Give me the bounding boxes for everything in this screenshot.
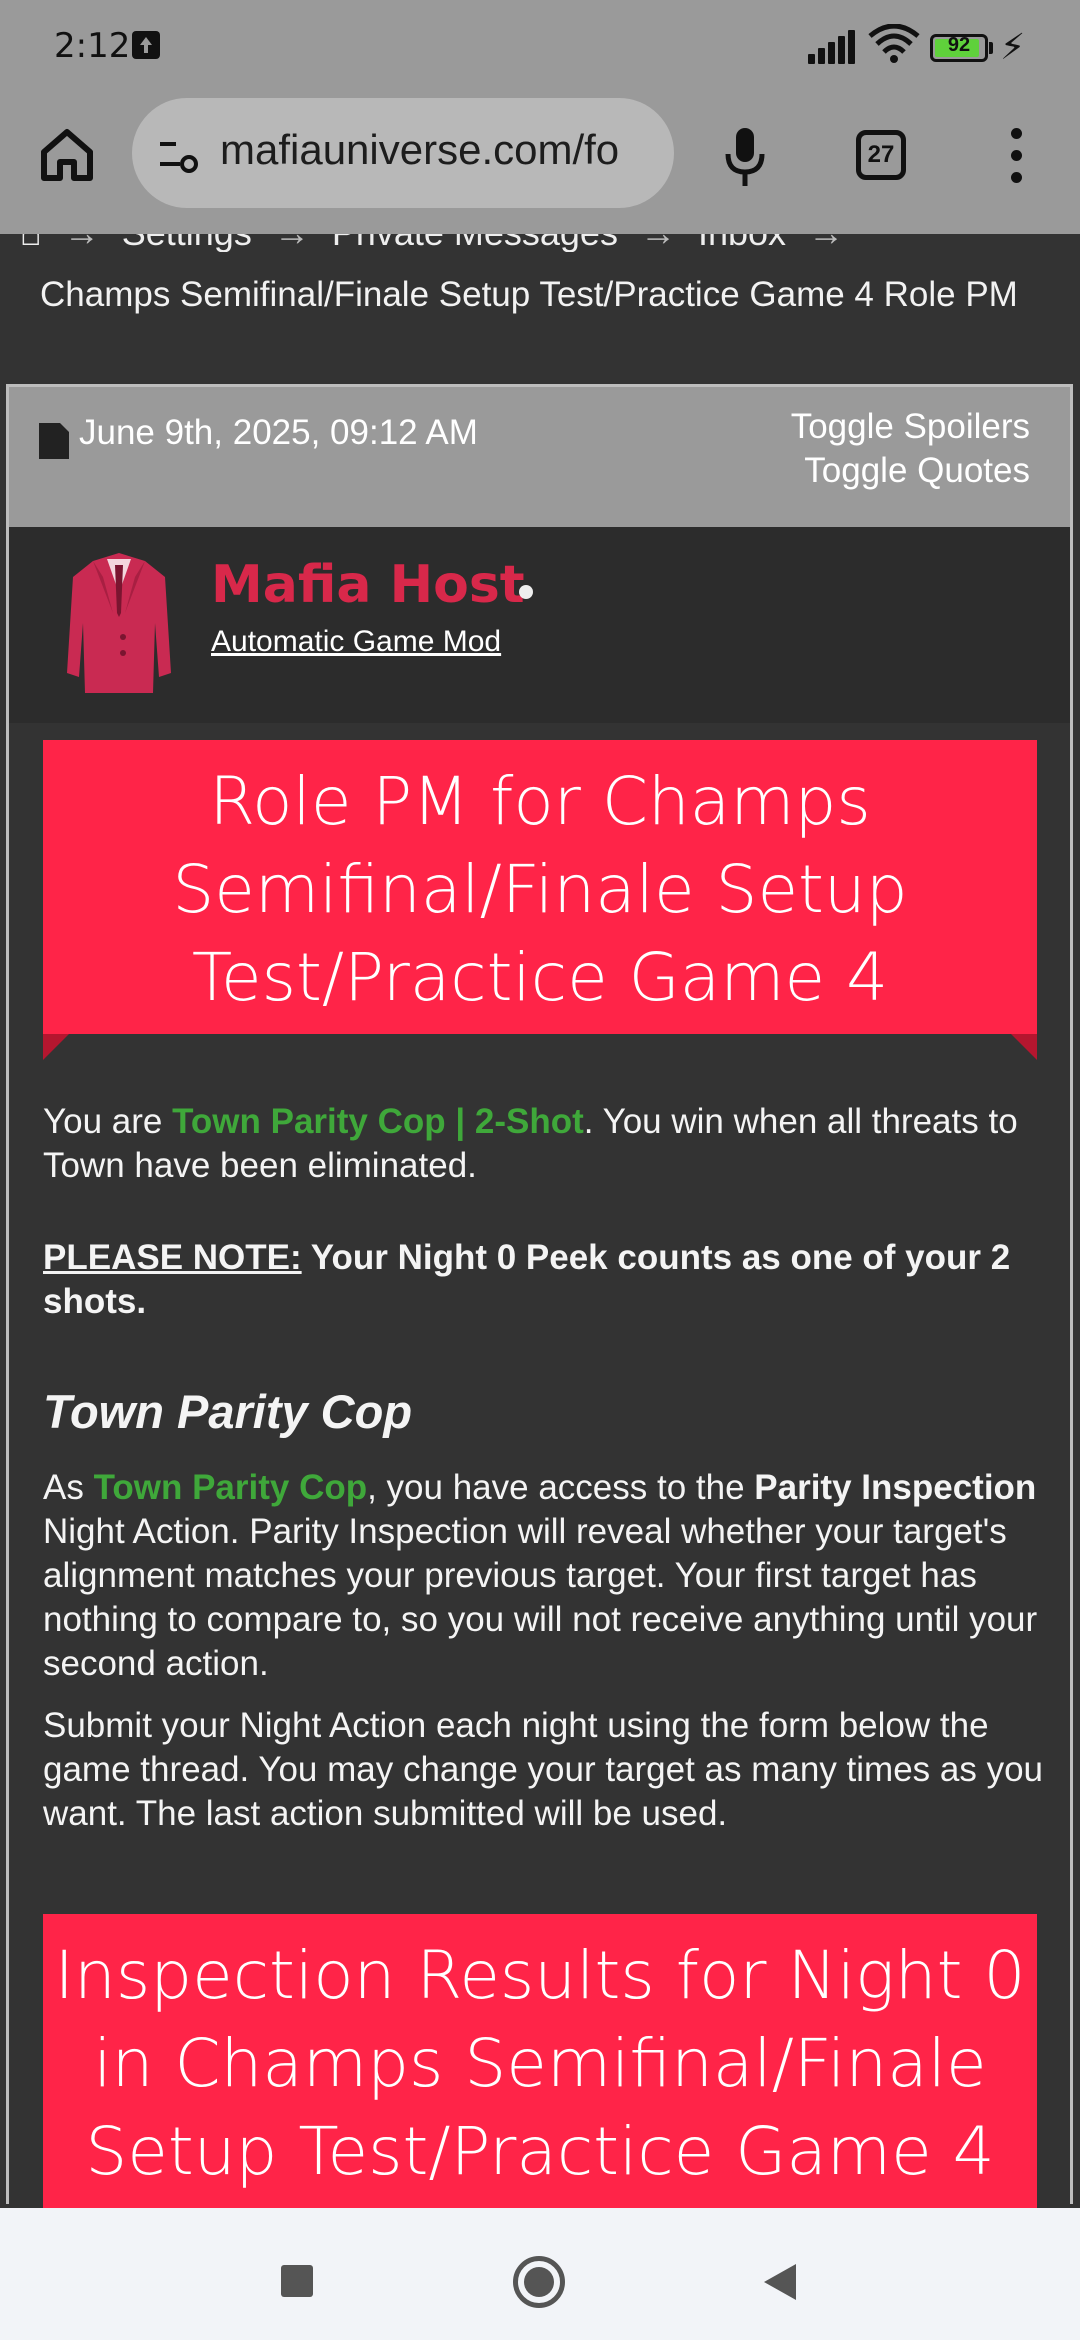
charging-icon: ⚡ xyxy=(1000,26,1026,67)
breadcrumb-home-icon[interactable]: ⌂ xyxy=(20,234,42,252)
url-text[interactable]: mafiauniverse.com/fo xyxy=(220,126,660,174)
page-title: Champs Semifinal/Finale Setup Test/Pract… xyxy=(40,275,1018,314)
breadcrumb-separator: → xyxy=(274,234,310,252)
tabs-icon[interactable]: 27 xyxy=(856,130,906,180)
upload-icon xyxy=(132,31,160,59)
role-full-name: Town Parity Cop | 2-Shot xyxy=(172,1102,584,1141)
desc-rest: Night Action. Parity Inspection will rev… xyxy=(43,1512,1038,1683)
recents-icon[interactable] xyxy=(281,2265,313,2297)
role-heading: Town Parity Cop xyxy=(43,1385,413,1438)
tune-icon[interactable] xyxy=(158,134,202,174)
battery-icon: 92 xyxy=(930,34,988,62)
desc-as: As xyxy=(43,1468,94,1507)
role-intro: You are Town Parity Cop | 2-Shot. You wi… xyxy=(43,1100,1043,1188)
role-description: As Town Parity Cop, you have access to t… xyxy=(43,1466,1043,1686)
url-bar[interactable]: mafiauniverse.com/fo xyxy=(132,98,674,208)
home-nav-icon[interactable] xyxy=(513,2256,565,2308)
battery-tip xyxy=(989,42,993,54)
role-pm-banner: Role PM for Champs Semifinal/Finale Setu… xyxy=(43,740,1037,1034)
intro-prefix: You are xyxy=(43,1102,173,1141)
status-time: 2:12 xyxy=(54,26,131,66)
please-note: PLEASE NOTE: Your Night 0 Peek counts as… xyxy=(43,1236,1043,1324)
breadcrumb-separator: → xyxy=(640,234,676,252)
breadcrumb: ⌂ → Settings → Private Messages → Inbox → xyxy=(0,234,1080,252)
banner-fold-right xyxy=(1011,1034,1037,1060)
signal-icon xyxy=(808,30,858,64)
wifi-icon xyxy=(868,24,920,63)
inspection-results-banner: Inspection Results for Night 0 in Champs… xyxy=(43,1914,1037,2208)
home-icon[interactable] xyxy=(36,124,98,186)
submit-instructions: Submit your Night Action each night usin… xyxy=(43,1706,1044,1833)
browser-toolbar: mafiauniverse.com/fo 27 xyxy=(0,96,1080,234)
breadcrumb-separator: → xyxy=(808,234,844,252)
battery-level: 92 xyxy=(947,34,971,56)
breadcrumb-settings[interactable]: Settings xyxy=(122,234,252,252)
back-icon[interactable] xyxy=(764,2264,796,2300)
note-label: PLEASE NOTE: xyxy=(43,1238,302,1277)
breadcrumb-private-messages[interactable]: Private Messages xyxy=(332,234,618,252)
action-name: Parity Inspection xyxy=(754,1468,1037,1507)
post-content: Role PM for Champs Semifinal/Finale Setu… xyxy=(6,384,1073,2208)
banner-fold-left xyxy=(43,1034,69,1060)
system-nav-bar xyxy=(0,2208,1080,2340)
breadcrumb-inbox[interactable]: Inbox xyxy=(698,234,786,252)
more-vert-icon[interactable] xyxy=(1006,126,1026,186)
role-name: Town Parity Cop xyxy=(93,1468,368,1507)
status-bar: 2:12 92 ⚡ xyxy=(0,0,1080,96)
breadcrumb-separator: → xyxy=(64,234,100,252)
mic-icon[interactable] xyxy=(720,126,770,188)
desc-mid: , you have access to the xyxy=(367,1468,755,1507)
breadcrumb-items: ⌂ → Settings → Private Messages → Inbox → xyxy=(20,234,866,252)
